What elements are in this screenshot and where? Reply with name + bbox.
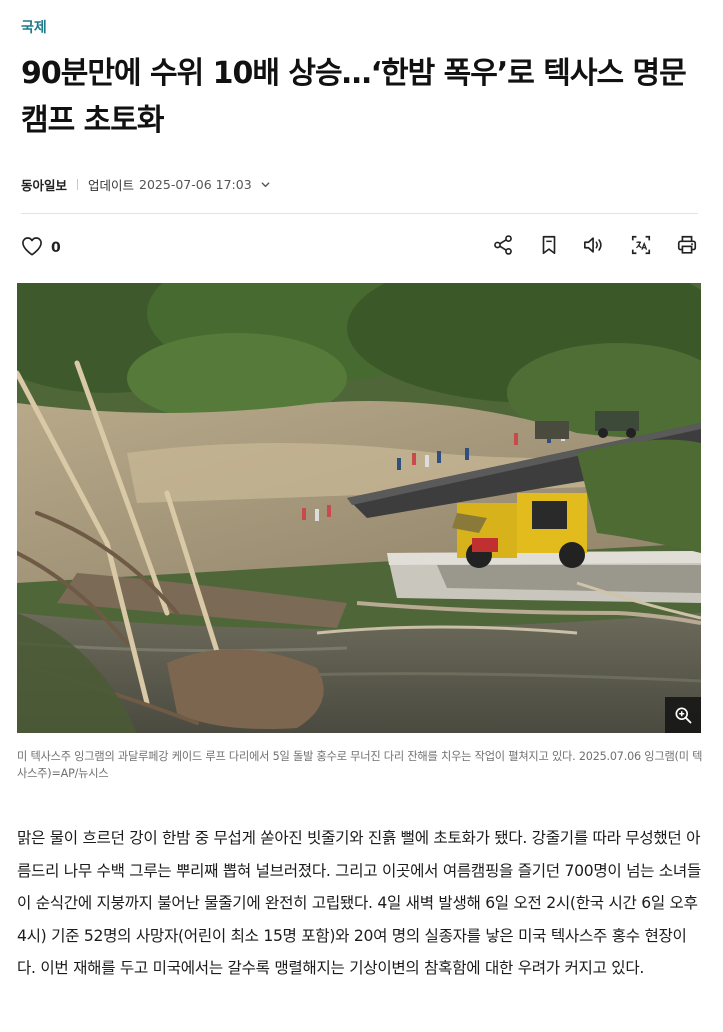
updated-time: 2025-07-06 17:03 [139, 177, 252, 192]
updated-label: 업데이트 [88, 178, 135, 193]
chevron-down-icon[interactable] [260, 179, 271, 190]
share-icon [492, 234, 514, 260]
print-button[interactable] [652, 235, 698, 259]
share-button[interactable] [468, 235, 514, 259]
translate-icon [630, 234, 652, 260]
article-headline: 90분만에 수위 10배 상승…‘한밤 폭우’로 텍사스 명문캠프 초토화 [21, 56, 687, 138]
print-icon [676, 234, 698, 260]
image-caption: 미 텍사스주 잉그램의 과달루페강 케이드 루프 다리에서 5일 돌발 홍수로 … [17, 750, 703, 780]
article-meta: 동아일보 업데이트 2025-07-06 17:03 [21, 175, 271, 194]
bookmark-button[interactable] [514, 235, 560, 259]
source-name[interactable]: 동아일보 [21, 175, 67, 194]
translate-button[interactable] [606, 235, 652, 259]
article-toolbar [468, 235, 698, 259]
zoom-in-icon [673, 705, 693, 725]
article-body: 맑은 물이 흐르던 강이 한밤 중 무섭게 쏟아진 빗줄기와 진흙 뻘에 초토화… [17, 829, 702, 977]
bookmark-icon [538, 234, 560, 260]
meta-divider [77, 179, 79, 190]
listen-button[interactable] [560, 235, 606, 259]
article-photo[interactable] [17, 283, 701, 733]
speaker-icon [582, 234, 606, 260]
header-divider [21, 213, 698, 214]
heart-icon [21, 236, 43, 260]
like-button[interactable]: 0 [21, 236, 61, 260]
like-count: 0 [51, 240, 61, 256]
zoom-button[interactable] [665, 697, 701, 733]
flood-scene-image [17, 283, 701, 733]
category-label[interactable]: 국제 [21, 17, 47, 37]
